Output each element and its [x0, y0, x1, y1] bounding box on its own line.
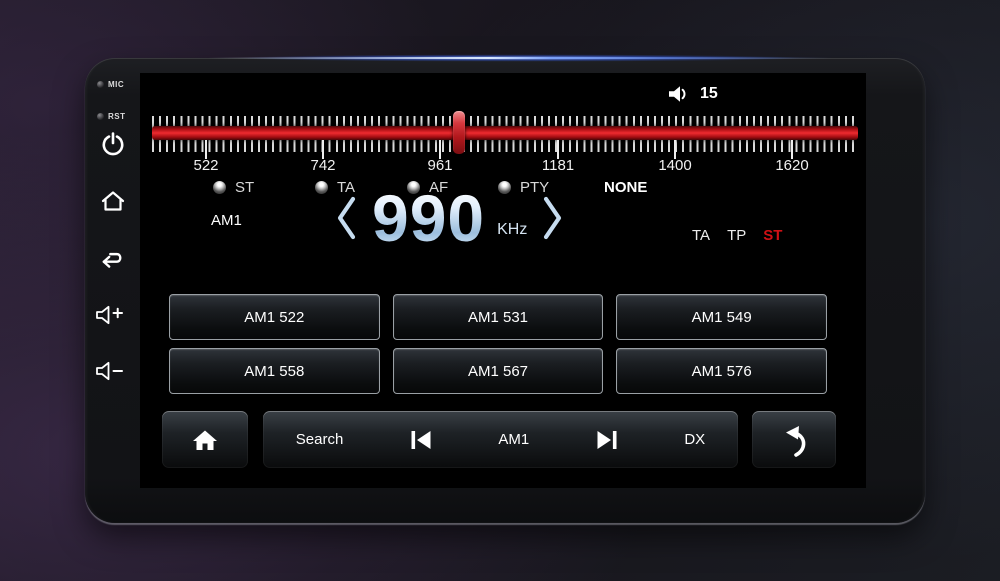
band-button[interactable]: AM1: [498, 431, 529, 448]
search-button[interactable]: Search: [296, 431, 344, 448]
tune-up-button[interactable]: [541, 195, 563, 241]
rds-flag: TP: [727, 227, 747, 244]
rds-flag: ST: [763, 227, 783, 244]
scale-label: 1620: [775, 157, 809, 174]
car-head-unit: MIC RST 15 522 742 961 1181 1400 1620 ST…: [85, 53, 925, 523]
scale-label: 1400: [658, 157, 692, 174]
back-arrow-icon: [102, 252, 122, 268]
slider-handle[interactable]: [453, 111, 465, 154]
reset-hole: RST: [97, 112, 126, 121]
pty-value: NONE: [604, 179, 648, 196]
scale-label: 742: [310, 157, 336, 174]
preset-grid: AM1 522 AM1 531 AM1 549 AM1 558 AM1 567 …: [169, 294, 827, 394]
top-light-streak: [130, 53, 910, 63]
home-hard-button[interactable]: [98, 186, 128, 216]
return-button[interactable]: [752, 411, 836, 468]
sphere-indicator-icon: [213, 181, 226, 194]
previous-track-icon: [411, 430, 431, 449]
radio-toolbar: Search AM1 DX: [263, 411, 738, 468]
dx-button[interactable]: DX: [684, 431, 705, 448]
radio-screen: 15 522 742 961 1181 1400 1620 ST TA PTY …: [140, 73, 866, 488]
volume-level: 15: [700, 85, 718, 102]
rds-flag: TA: [692, 227, 711, 244]
frequency-unit: KHz: [497, 221, 528, 238]
scale-label: 1181: [541, 157, 575, 174]
slider-track[interactable]: [152, 126, 858, 140]
power-button[interactable]: [98, 130, 128, 160]
next-button[interactable]: [595, 429, 619, 451]
preset-button[interactable]: AM1 549: [616, 294, 827, 340]
volume-status: 15: [668, 85, 718, 103]
next-track-icon: [597, 430, 617, 449]
frequency-value: 990: [372, 181, 486, 255]
previous-button[interactable]: [409, 429, 433, 451]
rds-flags: TA TP ST: [692, 227, 782, 244]
tune-down-button[interactable]: [336, 195, 358, 241]
preset-button[interactable]: AM1 567: [392, 348, 604, 394]
volume-up-button[interactable]: [95, 300, 125, 330]
preset-button[interactable]: AM1 531: [392, 294, 604, 340]
reset-hole-icon: [97, 113, 104, 120]
scale-label: 522: [193, 157, 219, 174]
frequency-display: 990 KHz: [336, 185, 563, 251]
home-outline-icon: [101, 191, 125, 211]
back-hard-button[interactable]: [98, 244, 128, 274]
mic-hole: MIC: [97, 80, 124, 89]
home-icon: [193, 430, 217, 450]
preset-button[interactable]: AM1 522: [169, 294, 380, 340]
mic-hole-icon: [97, 81, 104, 88]
tuning-slider[interactable]: [152, 111, 858, 161]
sphere-indicator-icon: [315, 181, 328, 194]
volume-up-icon: [96, 305, 123, 325]
volume-down-icon: [96, 361, 123, 381]
band-label: AM1: [211, 212, 242, 229]
preset-button[interactable]: AM1 576: [616, 348, 827, 394]
preset-button[interactable]: AM1 558: [169, 348, 380, 394]
mic-label: MIC: [108, 80, 125, 89]
volume-down-button[interactable]: [95, 356, 125, 386]
return-arrow-icon: [786, 425, 806, 457]
scene-background: MIC RST 15 522 742 961 1181 1400 1620 ST…: [0, 0, 1000, 581]
toggle-st[interactable]: ST: [213, 179, 254, 196]
toggle-label: ST: [235, 179, 255, 196]
scale-label: 961: [427, 157, 453, 174]
reset-label: RST: [108, 112, 126, 121]
power-icon: [102, 132, 124, 156]
home-button[interactable]: [162, 411, 248, 468]
speaker-icon: [669, 86, 686, 102]
